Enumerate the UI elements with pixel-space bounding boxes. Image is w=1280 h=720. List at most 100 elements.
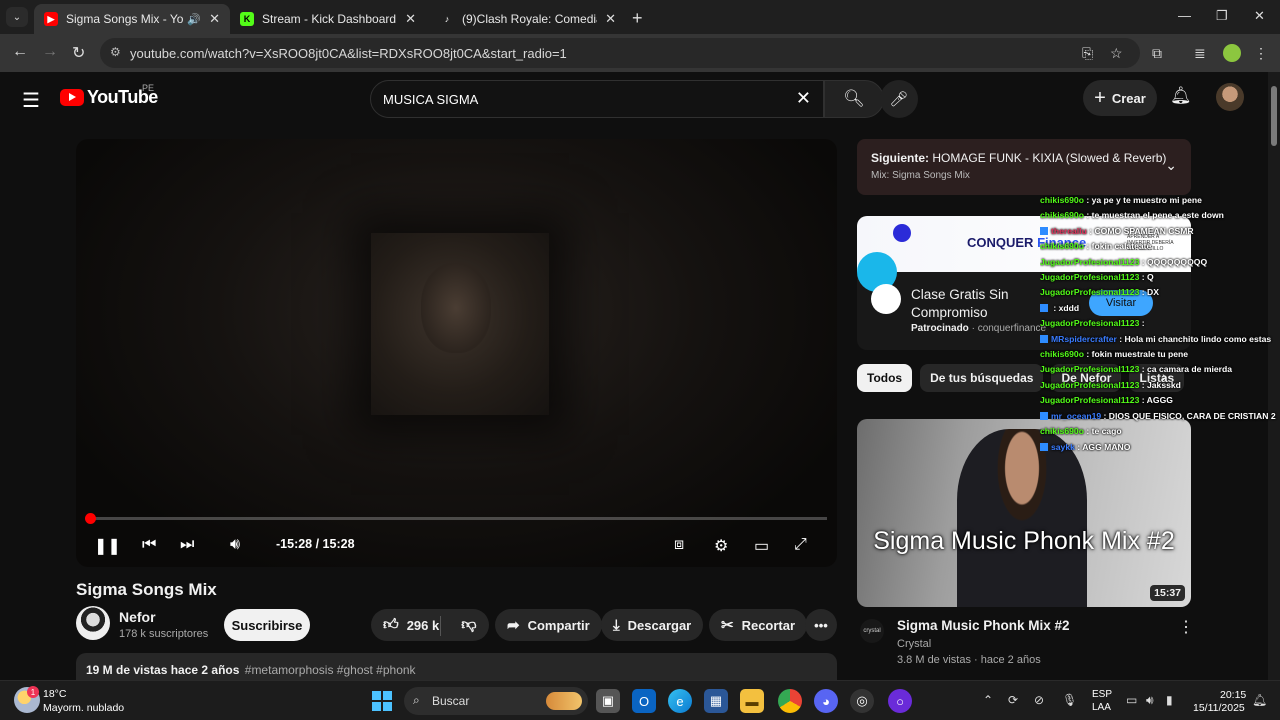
thumbnail-text: Sigma Music Phonk Mix #2 — [873, 527, 1175, 555]
chat-badge-icon — [1040, 411, 1048, 420]
windows-taskbar: 1 18°C Mayorm. nublado ⌕ Buscar ▣ O e ▦ … — [0, 680, 1280, 720]
app-icon[interactable]: ○ — [888, 689, 912, 713]
microphone-icon[interactable]: 🎙︎ — [1062, 693, 1077, 707]
progress-bar[interactable] — [84, 513, 827, 524]
tab-search-button[interactable]: ⌄ — [6, 7, 28, 27]
media-controls-icon[interactable]: ≣ — [1194, 45, 1206, 62]
chat-text: : te muestran el pene a este down — [1083, 210, 1224, 221]
chat-message: : xddd — [1040, 301, 1280, 316]
channel-avatar[interactable] — [76, 606, 110, 640]
hashtags[interactable]: #metamorphosis #ghost #phonk — [245, 663, 416, 677]
close-tab-icon[interactable]: ✕ — [605, 11, 616, 27]
tab-tiktok[interactable]: ♪ (9)Clash Royale: Comedia Famil ✕ — [430, 4, 626, 34]
close-tab-icon[interactable]: ✕ — [209, 11, 220, 27]
discord-icon[interactable]: ◕ — [814, 689, 838, 713]
speaker-icon[interactable]: 🔊 — [187, 13, 201, 26]
forward-icon[interactable]: → — [42, 43, 58, 61]
language-code[interactable]: ESP — [1092, 689, 1112, 700]
youtube-logo[interactable]: YouTube PE — [60, 83, 158, 108]
taskbar-search[interactable]: ⌕ Buscar — [404, 687, 588, 715]
tab-kick[interactable]: K Stream - Kick Dashboard ✕ — [230, 4, 426, 34]
display-icon[interactable]: ▭ — [1126, 693, 1137, 707]
task-view-icon[interactable]: ▣ — [596, 689, 620, 713]
chip-from-searches[interactable]: De tus búsquedas — [920, 364, 1044, 392]
battery-icon[interactable]: ▮ — [1166, 693, 1173, 707]
site-info-icon[interactable]: ⚙ — [110, 45, 121, 59]
chat-text: : ca camara de mierda — [1139, 364, 1233, 375]
sync-icon[interactable]: ⟳ — [1008, 693, 1018, 707]
reload-icon[interactable]: ↻ — [72, 43, 85, 63]
chevron-down-icon[interactable]: ⌄ — [1165, 157, 1177, 174]
back-icon[interactable]: ← — [12, 43, 28, 61]
address-bar[interactable]: ⚙ youtube.com/watch?v=XsROO8jt0CA&list=R… — [100, 38, 1140, 68]
subscribe-button[interactable]: Suscribirse — [224, 609, 310, 641]
browser-toolbar: ← → ↻ ⚙ youtube.com/watch?v=XsROO8jt0CA&… — [0, 34, 1280, 72]
close-window-icon[interactable]: ✕ — [1254, 8, 1265, 24]
profile-avatar[interactable] — [1223, 44, 1241, 62]
chat-text: : Jaksskd — [1139, 379, 1181, 390]
notifications-bell-icon[interactable]: 🔔︎ — [1170, 86, 1192, 106]
close-tab-icon[interactable]: ✕ — [405, 11, 416, 27]
temperature[interactable]: 18°C — [43, 688, 66, 700]
subtitles-icon[interactable]: ⧈ — [674, 536, 684, 554]
keyboard-layout[interactable]: LAA — [1092, 702, 1111, 713]
extensions-icon[interactable]: ⧉ — [1152, 45, 1162, 62]
minimize-icon[interactable]: — — [1178, 8, 1191, 23]
show-hidden-icons-icon[interactable]: ⌃ — [983, 693, 993, 707]
clock-date[interactable]: 15/11/2025 — [1193, 702, 1245, 714]
next-up-panel[interactable]: Siguiente: HOMAGE FUNK - KIXIA (Slowed &… — [857, 139, 1191, 195]
like-count[interactable]: 296 k — [407, 618, 440, 633]
restore-icon[interactable]: ❐ — [1216, 8, 1228, 24]
voice-search-button[interactable]: 🎤︎ — [880, 80, 918, 118]
menu-icon[interactable]: ☰ — [22, 88, 40, 113]
like-icon[interactable]: 👍︎ — [383, 616, 399, 634]
volume-icon[interactable]: 🔊︎ — [230, 536, 240, 554]
dislike-icon[interactable]: 👎︎ — [461, 616, 476, 634]
cast-icon[interactable]: ⎘ — [1082, 45, 1093, 62]
theater-mode-icon[interactable]: ▭ — [754, 536, 769, 556]
new-tab-icon[interactable]: + — [632, 8, 643, 29]
chip-todos[interactable]: Todos — [857, 364, 913, 392]
more-actions-button[interactable]: ••• — [805, 609, 837, 641]
tab-youtube[interactable]: ▶ Sigma Songs Mix - YouTube 🔊 ✕ — [34, 4, 230, 34]
bookmark-star-icon[interactable]: ☆ — [1110, 45, 1123, 62]
download-button[interactable]: ⤓ Descargar — [601, 609, 704, 641]
settings-gear-icon[interactable]: ⚙ — [714, 536, 728, 556]
share-button[interactable]: ➦ Compartir — [495, 609, 602, 641]
fullscreen-icon[interactable]: ⤢ — [794, 536, 807, 554]
next-up-prefix: Siguiente: — [871, 151, 930, 165]
volume-icon[interactable]: 🔊︎ — [1146, 693, 1154, 708]
weather-condition[interactable]: Mayorm. nublado — [43, 702, 124, 714]
more-vertical-icon[interactable]: ⋮ — [1178, 617, 1194, 637]
progress-scrubber[interactable] — [84, 513, 96, 524]
recommended-channel[interactable]: Crystal — [897, 638, 931, 650]
previous-icon[interactable]: ⏮ — [142, 536, 156, 554]
edge-icon[interactable]: e — [668, 689, 692, 713]
chrome-icon[interactable] — [778, 689, 802, 713]
url-text: youtube.com/watch?v=XsROO8jt0CA&list=RDX… — [130, 45, 567, 61]
file-explorer-icon[interactable]: ▬ — [740, 689, 764, 713]
notification-center-icon[interactable]: 🔔︎ — [1252, 693, 1267, 707]
recommended-title[interactable]: Sigma Music Phonk Mix #2 — [897, 618, 1070, 633]
channel-name[interactable]: Nefor — [119, 609, 156, 625]
clip-button[interactable]: ✂ Recortar — [709, 609, 808, 641]
search-button[interactable]: 🔍︎ — [824, 80, 884, 118]
network-off-icon[interactable]: ⊘ — [1034, 693, 1044, 707]
clear-search-icon[interactable]: ✕ — [796, 88, 811, 109]
clock-time[interactable]: 20:15 — [1220, 689, 1246, 701]
start-windows-icon[interactable] — [372, 691, 392, 711]
chat-text: : AGG MANO — [1074, 441, 1131, 452]
scrollbar-thumb[interactable] — [1271, 86, 1277, 146]
next-icon[interactable]: ⏭ — [180, 536, 194, 554]
obs-icon[interactable]: ◎ — [850, 689, 874, 713]
outlook-icon[interactable]: O — [632, 689, 656, 713]
recommended-channel-avatar[interactable]: crystal — [860, 619, 884, 643]
description-box[interactable]: 19 M de vistas hace 2 años #metamorphosi… — [76, 653, 837, 680]
pause-icon[interactable]: ❚❚ — [94, 536, 121, 556]
browser-menu-icon[interactable]: ⋮ — [1254, 45, 1268, 62]
account-avatar[interactable] — [1216, 83, 1244, 111]
store-icon[interactable]: ▦ — [704, 689, 728, 713]
create-button[interactable]: + Crear — [1083, 80, 1157, 116]
video-player[interactable]: ❚❚ ⏮ ⏭ 🔊︎ -15:28 / 15:28 ⧈ ⚙ ▭ ⤢ — [76, 139, 837, 567]
search-input[interactable]: MUSICA SIGMA ✕ — [370, 80, 824, 118]
